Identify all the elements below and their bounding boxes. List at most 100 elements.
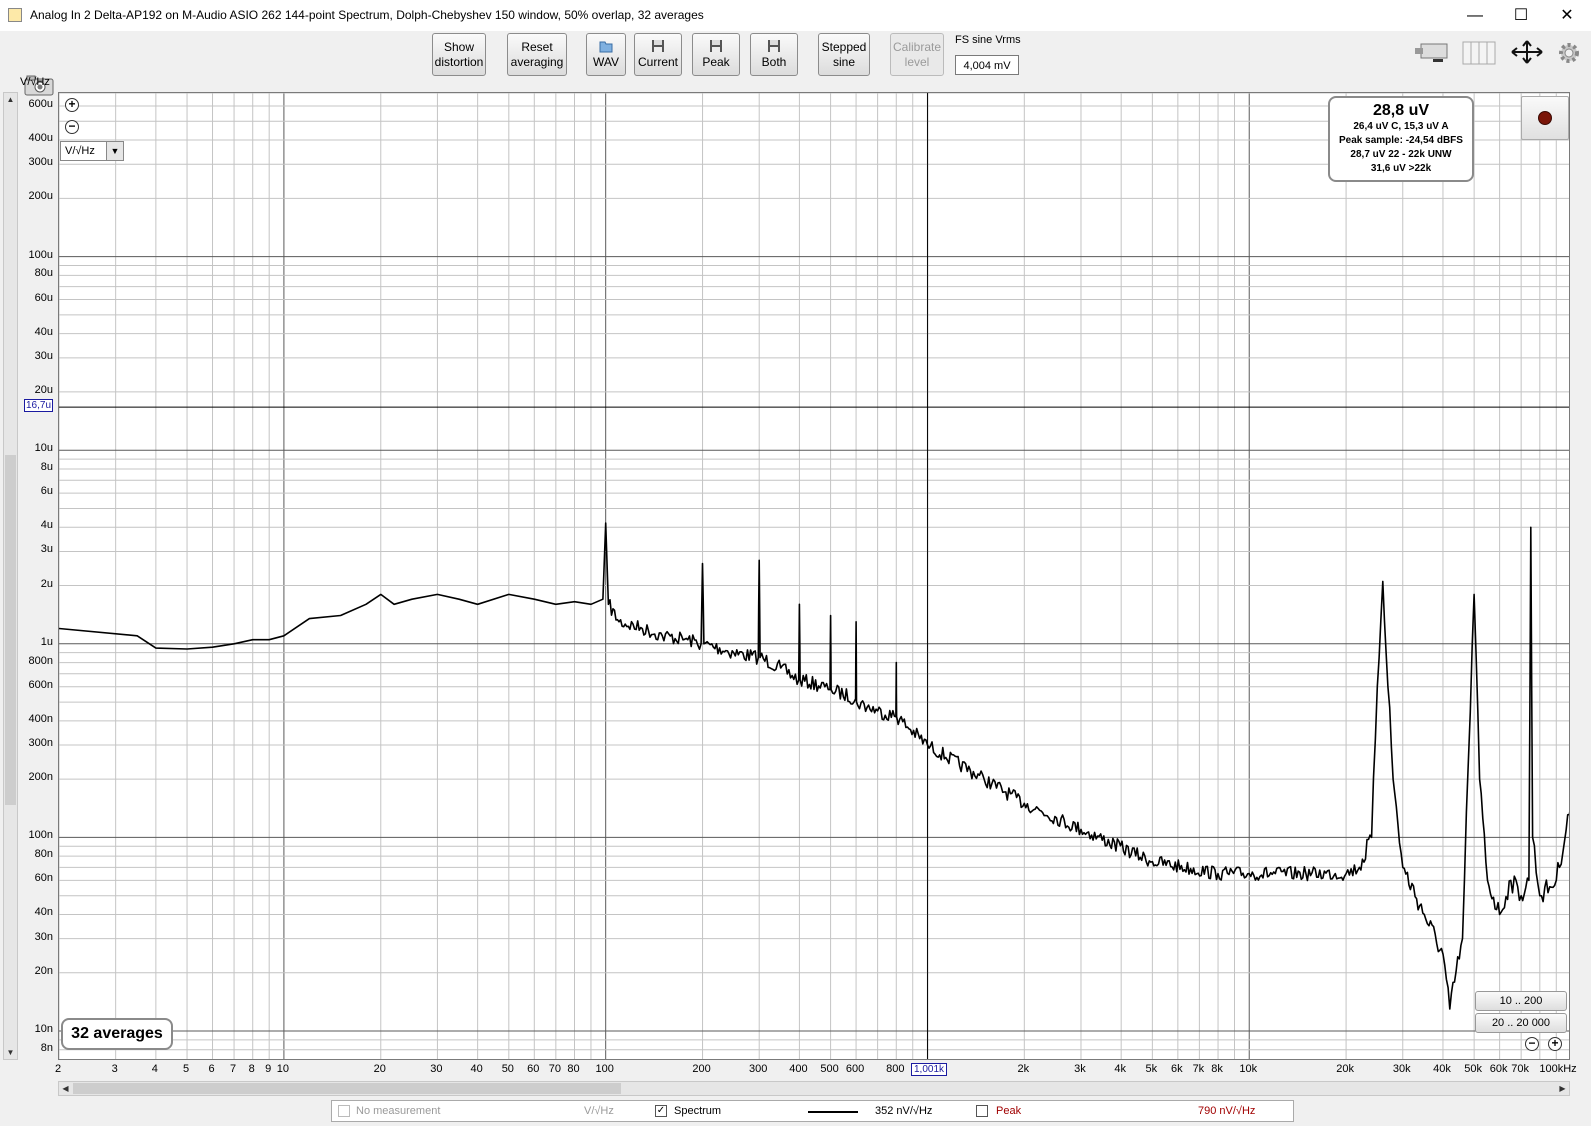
cursor-x-readout: 1,001k	[911, 1063, 948, 1076]
no-measurement-checkbox[interactable]	[338, 1105, 350, 1117]
spectrum-line-swatch	[808, 1111, 858, 1113]
readout-line: 26,4 uV C, 15,3 uV A	[1353, 121, 1449, 132]
y-tick-label: 4u	[40, 519, 53, 532]
x-tick-label: 400	[789, 1063, 808, 1075]
readout-line: Peak sample: -24,54 dBFS	[1339, 135, 1463, 146]
x-tick-label: 50k	[1464, 1063, 1482, 1075]
x-tick-label: 60	[527, 1063, 540, 1075]
scroll-left-icon[interactable]: ◀	[59, 1082, 72, 1095]
y-tick-label: 60n	[34, 872, 53, 885]
fs-sine-input[interactable]: 4,004 mV	[955, 55, 1019, 75]
zoom-in-icon[interactable]: +	[65, 98, 79, 112]
record-icon	[1538, 111, 1552, 125]
scroll-right-icon[interactable]: ▶	[1556, 1082, 1569, 1095]
y-tick-label: 10n	[34, 1023, 53, 1035]
x-tick-label: 100kHz	[1539, 1063, 1577, 1075]
wav-button[interactable]: WAV	[586, 33, 626, 76]
panel-layout-icon[interactable]	[1413, 38, 1451, 66]
scroll-up-icon[interactable]: ▲	[4, 93, 17, 106]
close-button[interactable]: ✕	[1544, 0, 1590, 31]
y-tick-label: 200u	[28, 190, 53, 203]
x-tick-label: 200	[692, 1063, 711, 1075]
x-tick-label: 40	[470, 1063, 483, 1075]
scroll-down-icon[interactable]: ▼	[4, 1046, 17, 1059]
title-bar: Analog In 2 Delta-AP192 on M-Audio ASIO …	[0, 0, 1591, 31]
y-tick-label: 100u	[28, 248, 53, 261]
x-tick-label: 4	[151, 1063, 158, 1075]
record-button[interactable]	[1521, 96, 1569, 140]
spectrum-chart	[59, 93, 1569, 1059]
range-10-200-button[interactable]: 10 .. 200	[1475, 991, 1567, 1011]
zoom-out-icon[interactable]: −	[65, 120, 79, 134]
y-tick-label: 6u	[40, 485, 53, 498]
peak-label: Peak	[996, 1105, 1022, 1117]
graph-columns-icon[interactable]	[1460, 38, 1498, 66]
chevron-down-icon[interactable]: ▼	[106, 142, 123, 160]
readout-line: 28,7 uV 22 - 22k UNW	[1350, 149, 1452, 160]
horizontal-scrollbar[interactable]: ◀ ▶	[58, 1081, 1570, 1096]
app-icon	[8, 8, 22, 22]
x-tick-label: 6	[208, 1063, 215, 1075]
vertical-scrollbar-thumb[interactable]	[5, 455, 16, 805]
x-tick-label: 10k	[1239, 1063, 1258, 1075]
y-tick-label: 8n	[40, 1041, 53, 1054]
x-tick-label: 30	[430, 1063, 443, 1075]
reset-averaging-button[interactable]: Reset averaging	[507, 33, 567, 76]
x-tick-label: 9	[265, 1063, 272, 1075]
save-current-button[interactable]: Current	[634, 33, 682, 76]
spectrum-checkbox[interactable]: ✓	[655, 1105, 667, 1117]
folder-icon	[599, 41, 613, 53]
x-tick-label: 8k	[1211, 1063, 1223, 1075]
close-icon: ✕	[1560, 7, 1574, 24]
fs-sine-label: FS sine Vrms	[955, 34, 1021, 46]
stepped-sine-button[interactable]: Stepped sine	[818, 33, 870, 76]
y-tick-label: 80n	[34, 848, 53, 861]
minimize-button[interactable]: —	[1452, 0, 1498, 31]
x-tick-label: 500	[820, 1063, 839, 1075]
save-icon	[768, 40, 780, 52]
pan-arrows-icon[interactable]	[1508, 38, 1546, 66]
y-tick-label: 800n	[28, 654, 53, 667]
unit-selector[interactable]: V/√Hz ▼	[60, 141, 124, 161]
settings-gear-icon[interactable]	[1556, 40, 1582, 66]
save-icon	[710, 40, 722, 52]
show-distortion-button[interactable]: Show distortion	[432, 33, 486, 76]
peak-checkbox[interactable]	[976, 1105, 988, 1117]
vertical-scrollbar[interactable]: ▲ ▼	[3, 92, 18, 1060]
legend-bar: No measurement V/√Hz ✓ Spectrum 352 nV/√…	[331, 1100, 1294, 1122]
zoom-out-icon[interactable]: −	[1525, 1037, 1539, 1051]
readout-line: 31,6 uV >22k	[1370, 163, 1432, 174]
save-both-button[interactable]: Both	[750, 33, 798, 76]
minimize-icon: —	[1467, 7, 1483, 24]
x-tick-label: 800	[886, 1063, 905, 1075]
y-tick-label: 100n	[28, 829, 53, 842]
x-tick-label: 80	[567, 1063, 580, 1075]
x-tick-label: 6k	[1171, 1063, 1183, 1075]
spectrum-plot[interactable]	[58, 92, 1570, 1060]
y-tick-label: 3u	[40, 543, 53, 556]
peak-value: 790 nV/√Hz	[1198, 1105, 1256, 1117]
x-tick-label: 20k	[1336, 1063, 1354, 1075]
x-tick-label: 70k	[1511, 1063, 1530, 1075]
y-tick-label: 20n	[34, 964, 53, 977]
zoom-in-icon[interactable]: +	[1548, 1037, 1562, 1051]
horizontal-scrollbar-thumb[interactable]	[73, 1083, 621, 1094]
no-measurement-unit: V/√Hz	[584, 1105, 614, 1117]
range-20-20000-button[interactable]: 20 .. 20 000	[1475, 1013, 1567, 1033]
level-readout: 28,8 uV 26,4 uV C, 15,3 uV A Peak sample…	[1328, 96, 1474, 182]
x-tick-label: 60k	[1489, 1063, 1508, 1075]
calibrate-level-button[interactable]: Calibrate level	[890, 33, 944, 76]
maximize-icon: ☐	[1513, 7, 1529, 24]
x-tick-label: 50	[501, 1063, 514, 1075]
y-tick-label: 60u	[34, 291, 53, 304]
spectrum-trace	[59, 522, 1569, 1010]
y-tick-label: 20u	[34, 383, 53, 396]
save-peak-button[interactable]: Peak	[692, 33, 740, 76]
maximize-button[interactable]: ☐	[1498, 0, 1544, 31]
window-title: Analog In 2 Delta-AP192 on M-Audio ASIO …	[30, 8, 704, 22]
readout-main: 28,8 uV	[1372, 102, 1430, 119]
save-icon	[652, 40, 664, 52]
averages-badge: 32 averages	[61, 1018, 173, 1050]
x-tick-label: 2k	[1017, 1063, 1030, 1075]
x-tick-label: 300	[749, 1063, 768, 1075]
